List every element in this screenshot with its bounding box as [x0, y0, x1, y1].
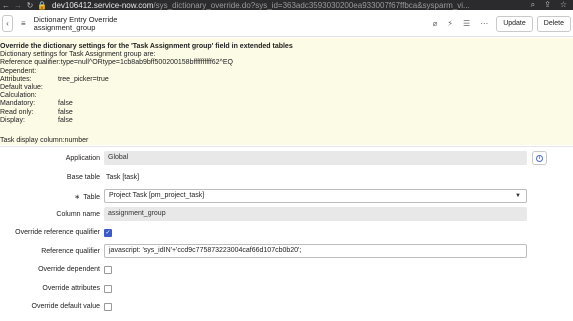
calculation-label: Calculation: — [0, 92, 37, 100]
browser-toolbar: ← → ↻ 🔒 dev106412.service-now.com/sys_di… — [0, 0, 573, 10]
attachment-icon[interactable]: ⌀ — [433, 19, 438, 28]
column-name-label: Column name — [56, 211, 100, 218]
readonly-label: Read only: — [0, 108, 34, 116]
menu-icon[interactable]: ≡ — [21, 19, 26, 28]
delete-button[interactable]: Delete — [536, 15, 571, 32]
settings-icon[interactable]: ☰ — [463, 19, 470, 28]
application-label: Application — [65, 155, 100, 162]
attributes-label: Attributes: — [0, 75, 32, 83]
required-icon: ∗ — [74, 194, 81, 201]
info-panel: Override the dictionary settings for the… — [0, 38, 573, 145]
forward-icon[interactable]: → — [12, 1, 24, 10]
address-bar[interactable]: dev106412.service-now.com/sys_dictionary… — [52, 1, 492, 10]
info-heading: Override the dictionary settings for the… — [0, 43, 293, 50]
override-dependent-checkbox[interactable] — [104, 266, 112, 274]
ref-qual-label: Reference qualifier — [41, 248, 100, 255]
more-icon[interactable]: ⋯ — [480, 19, 488, 28]
checkmark-icon: ✓ — [105, 230, 111, 236]
share-icon[interactable]: ⇪ — [544, 0, 551, 10]
ref-qual-input[interactable]: javascript: 'sys_idIN'+'ccd9c77587322300… — [104, 244, 527, 258]
url-host: dev106412.service-now.com — [52, 0, 154, 10]
lock-icon: 🔒 — [37, 0, 47, 10]
override-default-checkbox[interactable] — [104, 303, 112, 311]
table-select-value: Project Task [pm_project_task] — [109, 192, 205, 199]
dependent-label: Dependent: — [0, 67, 37, 75]
ref-qual-line: Reference qualifier:type=null^ORtype=1cb… — [0, 59, 233, 67]
form-header: ‹ ≡ Dictionary Entry Override assignment… — [0, 11, 573, 37]
settings-line: Dictionary settings for Task Assignment … — [0, 51, 156, 59]
base-table-value: Task [task] — [106, 174, 140, 181]
mandatory-value: false — [58, 100, 73, 108]
form-title: Dictionary Entry Override assignment_gro… — [33, 15, 118, 32]
search-icon[interactable]: ⌕ — [531, 0, 535, 10]
override-ref-qual-checkbox[interactable]: ✓ — [104, 229, 112, 237]
table-label-wrap: ∗ Table — [74, 193, 100, 201]
record-name: assignment_group — [33, 22, 96, 32]
table-label: Table — [83, 194, 100, 201]
chevron-left-icon: ‹ — [6, 19, 9, 28]
table-select[interactable]: Project Task [pm_project_task] ▼ — [104, 189, 527, 203]
override-dependent-label: Override dependent — [38, 266, 100, 273]
override-attributes-checkbox[interactable] — [104, 285, 112, 293]
task-display-column: Task display column:number — [0, 137, 89, 144]
activity-icon[interactable]: ⚡ — [447, 19, 453, 28]
display-label: Display: — [0, 116, 25, 124]
refresh-icon[interactable]: ↻ — [24, 1, 36, 10]
override-default-label: Override default value — [31, 303, 100, 310]
info-button[interactable]: i — [532, 151, 547, 165]
divider — [0, 146, 573, 147]
attributes-value: tree_picker=true — [58, 75, 109, 83]
back-icon[interactable]: ← — [0, 1, 12, 10]
column-name-field: assignment_group — [104, 207, 527, 221]
readonly-value: false — [58, 108, 73, 116]
url-path: /sys_dictionary_override.do?sys_id=363ad… — [153, 0, 470, 10]
application-field: Global — [104, 151, 527, 165]
base-table-label: Base table — [66, 174, 100, 181]
dropdown-icon: ▼ — [515, 193, 521, 199]
info-icon: i — [536, 154, 543, 162]
override-attributes-label: Override attributes — [42, 285, 100, 292]
update-button[interactable]: Update — [496, 15, 533, 32]
display-value: false — [58, 116, 73, 124]
bookmark-icon[interactable]: ☆ — [560, 0, 567, 10]
back-button[interactable]: ‹ — [2, 15, 13, 32]
mandatory-label: Mandatory: — [0, 100, 36, 108]
override-ref-qual-label: Override reference qualifier — [15, 229, 100, 236]
default-label: Default value: — [0, 84, 43, 92]
